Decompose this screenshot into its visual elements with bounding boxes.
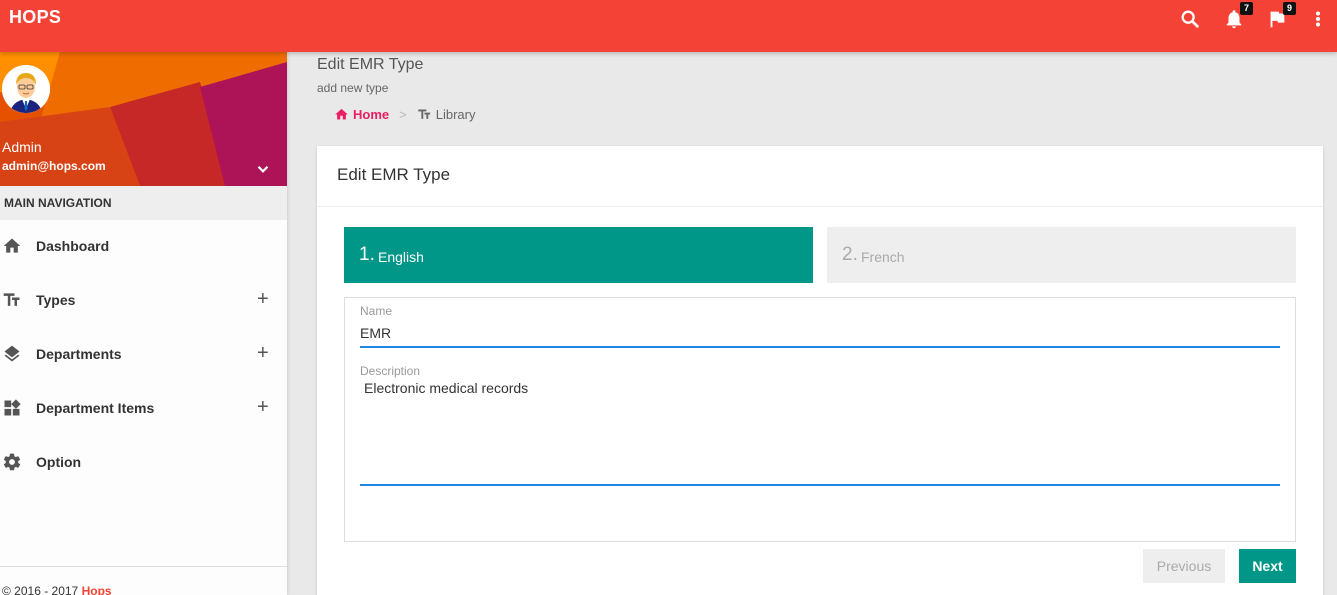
sidebar-item-departments[interactable]: Departments + <box>0 328 287 382</box>
sidebar-item-dashboard[interactable]: Dashboard <box>0 220 287 274</box>
expand-plus-icon[interactable]: + <box>257 288 269 311</box>
app-title[interactable]: HOPS <box>9 7 61 28</box>
widgets-icon <box>2 398 22 418</box>
sidebar-item-label: Department Items <box>36 400 155 416</box>
copyright-text: © 2016 - 2017 <box>2 584 79 595</box>
expand-plus-icon[interactable]: + <box>257 342 269 365</box>
text-type-icon <box>417 109 430 119</box>
step-number: 2. <box>842 244 858 265</box>
more-vert-icon[interactable] <box>1309 8 1327 30</box>
chevron-down-icon[interactable] <box>254 160 272 178</box>
breadcrumb-separator: > <box>399 107 407 122</box>
user-email: admin@hops.com <box>2 159 106 173</box>
flags-badge: 9 <box>1283 2 1296 15</box>
card-title: Edit EMR Type <box>317 146 1323 207</box>
sidebar-item-label: Dashboard <box>36 238 110 254</box>
page-title: Edit EMR Type <box>317 56 424 73</box>
sidebar-footer: © 2016 - 2017 Hops <box>0 566 287 595</box>
step-label: French <box>861 249 905 265</box>
form-panel: Name Description Electronic medical reco… <box>344 297 1296 542</box>
sidebar-item-label: Option <box>36 454 82 470</box>
breadcrumb-home-label: Home <box>353 107 390 122</box>
breadcrumb-library[interactable]: Library <box>417 107 476 122</box>
step-label: English <box>378 249 424 265</box>
text-type-icon <box>2 290 22 310</box>
notifications-button[interactable]: 7 <box>1223 2 1253 30</box>
step-french-tab[interactable]: 2. French <box>827 227 1296 283</box>
main-navigation-header: MAIN NAVIGATION <box>0 186 287 220</box>
step-number: 1. <box>359 244 375 265</box>
next-button[interactable]: Next <box>1239 549 1296 583</box>
name-field-label: Name <box>360 304 393 318</box>
top-app-bar: HOPS 7 9 <box>0 0 1337 52</box>
user-name: Admin <box>2 139 42 155</box>
breadcrumb: Home > Library <box>334 107 475 122</box>
gear-icon <box>2 452 22 472</box>
user-profile-panel: Admin admin@hops.com <box>0 52 287 186</box>
home-icon <box>335 108 348 120</box>
avatar <box>2 65 50 113</box>
description-field[interactable]: Electronic medical records <box>360 380 1280 486</box>
description-field-label: Description <box>360 364 421 378</box>
footer-brand-link[interactable]: Hops <box>82 584 112 595</box>
flags-button[interactable]: 9 <box>1266 2 1296 30</box>
search-icon[interactable] <box>1179 8 1201 30</box>
breadcrumb-library-label: Library <box>435 107 476 122</box>
sidebar-item-label: Types <box>36 292 76 308</box>
sidebar-item-label: Departments <box>36 346 122 362</box>
sidebar: Admin admin@hops.com MAIN NAVIGATION Das… <box>0 52 287 595</box>
expand-plus-icon[interactable]: + <box>257 396 269 419</box>
edit-emr-type-card: Edit EMR Type 1. English 2. French Name … <box>317 146 1323 595</box>
sidebar-item-types[interactable]: Types + <box>0 274 287 328</box>
notifications-badge: 7 <box>1240 2 1253 15</box>
breadcrumb-home[interactable]: Home <box>334 107 389 122</box>
layers-icon <box>2 344 22 364</box>
sidebar-item-option[interactable]: Option <box>0 436 287 490</box>
step-english-tab[interactable]: 1. English <box>344 227 813 283</box>
sidebar-item-department-items[interactable]: Department Items + <box>0 382 287 436</box>
home-icon <box>2 236 22 256</box>
name-field[interactable] <box>360 320 1280 348</box>
previous-button[interactable]: Previous <box>1143 549 1225 583</box>
page-subtitle: add new type <box>317 81 389 95</box>
